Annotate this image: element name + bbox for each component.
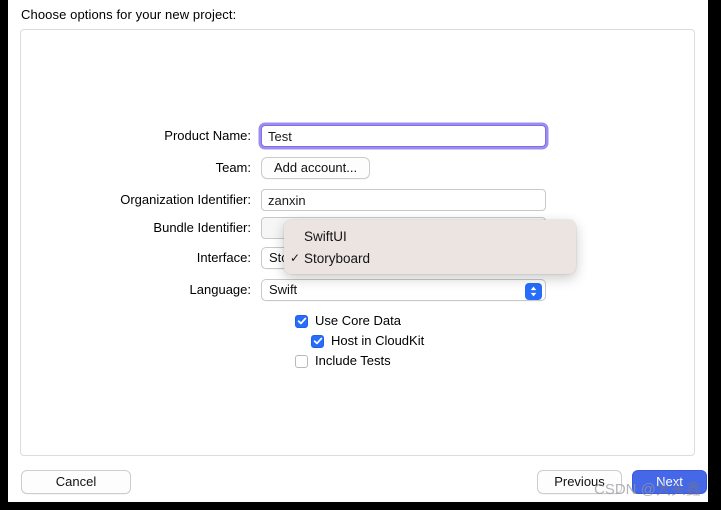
menu-item-label: SwiftUI	[304, 228, 347, 244]
organization-identifier-input[interactable]	[261, 189, 546, 211]
checkbox-unchecked-icon[interactable]	[295, 354, 308, 368]
menu-item-label: Storyboard	[304, 250, 371, 266]
checkbox-use-core-data[interactable]: Use Core Data	[295, 312, 401, 330]
checkmark-icon: ✓	[290, 251, 301, 265]
label-organization-identifier: Organization Identifier:	[120, 192, 251, 207]
row-team: Team: Add account...	[21, 157, 371, 179]
checkbox-include-tests[interactable]: Include Tests	[295, 352, 391, 370]
checkbox-checked-icon[interactable]	[295, 314, 308, 328]
checkbox-label: Include Tests	[315, 353, 391, 368]
checkbox-host-in-cloudkit[interactable]: Host in CloudKit	[311, 332, 424, 350]
label-bundle-identifier: Bundle Identifier:	[153, 220, 251, 235]
screenshot-root: Choose options for your new project: Pro…	[0, 0, 721, 510]
next-button[interactable]: Next	[632, 470, 707, 494]
cancel-button[interactable]: Cancel	[21, 470, 131, 494]
product-name-input[interactable]	[261, 125, 546, 147]
add-account-button[interactable]: Add account...	[261, 157, 371, 179]
label-team: Team:	[215, 160, 251, 175]
new-project-options-sheet: Choose options for your new project: Pro…	[8, 0, 708, 502]
label-product-name: Product Name:	[164, 128, 251, 143]
row-language: Language: Swift	[21, 279, 546, 301]
row-organization-identifier: Organization Identifier:	[21, 189, 546, 211]
menu-item-swiftui[interactable]: SwiftUI	[284, 225, 576, 247]
row-product-name: Product Name:	[21, 125, 546, 147]
dialog-button-bar: Cancel Previous Next	[8, 466, 708, 502]
sheet-title: Choose options for your new project:	[21, 7, 237, 22]
language-popup-button[interactable]: Swift	[261, 279, 546, 301]
checkbox-label: Use Core Data	[315, 313, 401, 328]
menu-item-storyboard[interactable]: ✓ Storyboard	[284, 247, 576, 269]
previous-button[interactable]: Previous	[537, 470, 622, 494]
chevron-up-down-icon[interactable]	[525, 282, 542, 300]
checkbox-label: Host in CloudKit	[331, 333, 425, 348]
label-language: Language:	[189, 282, 251, 297]
interface-dropdown-menu[interactable]: SwiftUI ✓ Storyboard	[284, 220, 576, 274]
label-interface: Interface:	[196, 250, 251, 265]
checkbox-checked-icon[interactable]	[311, 334, 324, 348]
language-popup-value: Swift	[269, 282, 298, 297]
